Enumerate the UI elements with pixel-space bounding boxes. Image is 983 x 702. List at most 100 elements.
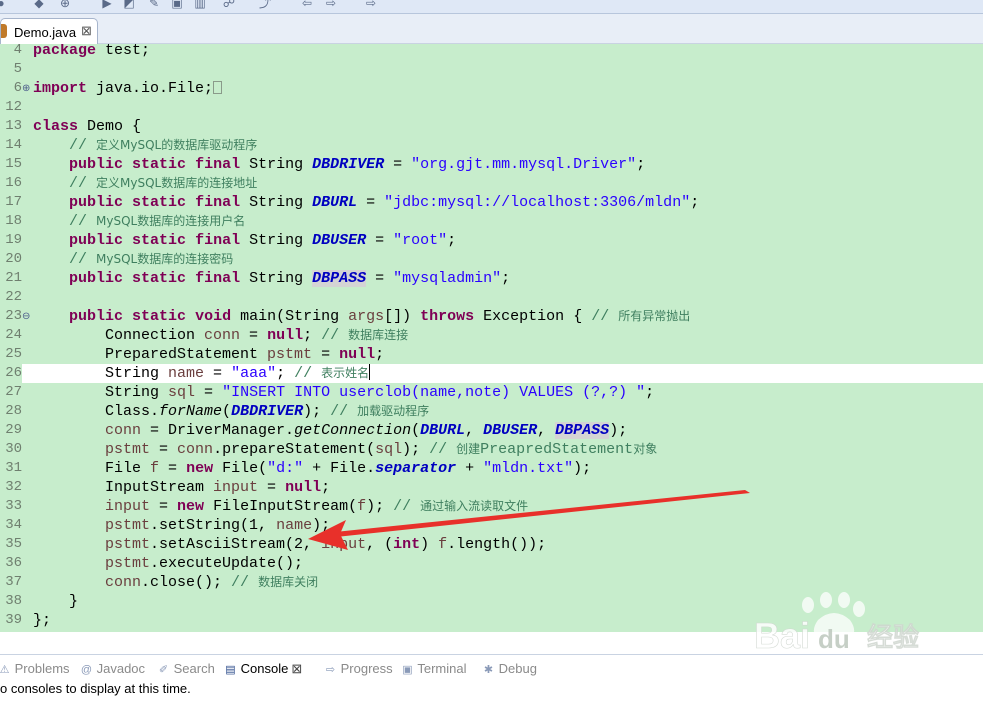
editor-tab-demo-java[interactable]: Demo.java ⊠ <box>0 18 98 45</box>
code-line[interactable]: 20 // MySQL数据库的连接密码 <box>0 250 983 269</box>
code-text: } <box>33 593 79 610</box>
toolbar-icon[interactable]: ◩ <box>122 0 136 10</box>
code-text: pstmt = conn.prepareStatement(sql); // 创… <box>105 441 658 458</box>
line-number: 20 <box>5 251 22 267</box>
code-line[interactable]: 35 pstmt.setAsciiStream(2, input, (int) … <box>0 535 983 554</box>
code-text: public static final String DBPASS = "mys… <box>69 270 511 287</box>
line-number: 25 <box>5 346 22 362</box>
code-line[interactable]: 27 String sql = "INSERT INTO userclob(na… <box>0 383 983 402</box>
code-text: String name = "aaa"; // 表示姓名 <box>33 364 371 382</box>
line-number: 35 <box>5 536 22 552</box>
code-line[interactable]: 30 pstmt = conn.prepareStatement(sql); /… <box>0 440 983 459</box>
tab-label: Problems <box>11 661 70 676</box>
code-line[interactable]: 21 public static final String DBPASS = "… <box>0 269 983 288</box>
code-line[interactable]: 4 package test; <box>0 44 983 60</box>
code-line[interactable]: 5 <box>0 60 983 79</box>
toolbar-icon[interactable]: ⇨ <box>324 0 338 10</box>
code-line[interactable]: 14 // 定义MySQL的数据库驱动程序 <box>0 136 983 155</box>
tab-progress[interactable]: ⇨ Progress <box>324 660 393 678</box>
line-number: 14 <box>5 137 22 153</box>
tab-label: Console <box>237 661 289 676</box>
line-number: 28 <box>5 403 22 419</box>
toolbar-icon[interactable]: ▣ <box>170 0 184 10</box>
code-line[interactable]: 32 InputStream input = null; <box>0 478 983 497</box>
code-line[interactable]: 17 public static final String DBURL = "j… <box>0 193 983 212</box>
line-number: 13 <box>5 118 22 134</box>
toolbar-icon[interactable]: ▥ <box>193 0 207 10</box>
code-line[interactable]: 15 public static final String DBDRIVER =… <box>0 155 983 174</box>
toolbar-icon[interactable]: ◆ <box>32 0 46 10</box>
tab-debug[interactable]: ✱ Debug <box>482 660 537 678</box>
code-line[interactable]: 18 // MySQL数据库的连接用户名 <box>0 212 983 231</box>
code-line[interactable]: 28 Class.forName(DBDRIVER); // 加载驱动程序 <box>0 402 983 421</box>
tab-javadoc[interactable]: @ Javadoc <box>80 660 145 678</box>
code-editor[interactable]: 4 package test; 5 6 ⊕ import java.io.File; 12 1… <box>0 44 983 632</box>
code-text: import java.io.File; <box>33 79 223 98</box>
collapse-fold-icon[interactable]: ⊖ <box>22 307 30 326</box>
code-text: PreparedStatement pstmt = null; <box>33 346 385 363</box>
toolbar-icon[interactable]: ▶ <box>100 0 114 10</box>
code-line[interactable]: 33 input = new FileInputStream(f); // 通过… <box>0 497 983 516</box>
line-number: 22 <box>5 289 22 305</box>
code-text: public static final String DBURL = "jdbc… <box>69 194 700 211</box>
code-text: public static final String DBUSER = "roo… <box>69 232 457 249</box>
code-text: pstmt.executeUpdate(); <box>105 555 304 572</box>
debug-icon: ✱ <box>483 664 494 676</box>
main-toolbar: ● ◆ ⊕ ▶ ◩ ✎ ▣ ▥ ☍ ⤴ ⇦ ⇨ ⇨ <box>0 0 983 14</box>
code-text: input = new FileInputStream(f); // 通过输入流… <box>105 498 529 515</box>
code-line[interactable]: 26 String name = "aaa"; // 表示姓名 <box>0 364 983 383</box>
toolbar-icon[interactable]: ⤴ <box>258 0 272 10</box>
code-text: File f = new File("d:" + File.separator … <box>33 460 592 477</box>
code-text: public static void main(String args[]) t… <box>69 308 691 325</box>
toolbar-icon[interactable]: ⇨ <box>364 0 378 10</box>
problems-icon: ⚠ <box>0 664 10 676</box>
code-line[interactable]: 23 ⊖ public static void main(String args[… <box>0 307 983 326</box>
code-line[interactable]: 12 <box>0 98 983 117</box>
progress-icon: ⇨ <box>325 664 336 676</box>
code-text: // MySQL数据库的连接密码 <box>69 251 234 268</box>
code-text: Connection conn = null; // 数据库连接 <box>33 327 409 344</box>
line-number: 16 <box>5 175 22 191</box>
code-line[interactable]: 31 File f = new File("d:" + File.separat… <box>0 459 983 478</box>
code-line[interactable]: 34 pstmt.setString(1, name); <box>0 516 983 535</box>
tab-console[interactable]: ▤ Console ⊠ <box>224 660 302 678</box>
line-number: 5 <box>13 61 22 77</box>
code-line[interactable]: 24 Connection conn = null; // 数据库连接 <box>0 326 983 345</box>
code-line[interactable]: 36 pstmt.executeUpdate(); <box>0 554 983 573</box>
code-text: conn = DriverManager.getConnection(DBURL… <box>105 422 628 439</box>
toolbar-icon[interactable]: ☍ <box>222 0 236 10</box>
line-number: 27 <box>5 384 22 400</box>
tab-terminal[interactable]: ▣ Terminal <box>401 660 467 678</box>
code-line[interactable]: 25 PreparedStatement pstmt = null; <box>0 345 983 364</box>
toolbar-icon[interactable]: ● <box>0 0 8 10</box>
code-text: // 定义MySQL的数据库驱动程序 <box>69 137 258 154</box>
javadoc-icon: @ <box>80 664 93 676</box>
toolbar-icon[interactable]: ⇦ <box>300 0 314 10</box>
close-icon[interactable]: ⊠ <box>291 661 302 676</box>
tab-search[interactable]: ✐ Search <box>157 660 215 678</box>
line-number: 33 <box>5 498 22 514</box>
line-number: 32 <box>5 479 22 495</box>
code-line[interactable]: 39}; <box>0 611 983 630</box>
close-icon[interactable]: ⊠ <box>81 23 92 39</box>
code-line[interactable]: 37 conn.close(); // 数据库关闭 <box>0 573 983 592</box>
code-line[interactable]: 13 class Demo { <box>0 117 983 136</box>
toolbar-icon[interactable]: ✎ <box>147 0 161 10</box>
code-text: public static final String DBDRIVER = "o… <box>69 156 646 173</box>
line-number: 37 <box>5 574 22 590</box>
code-text: InputStream input = null; <box>33 479 331 496</box>
line-number: 30 <box>5 441 22 457</box>
code-line[interactable]: 16 // 定义MySQL数据库的连接地址 <box>0 174 983 193</box>
editor-tab-label: Demo.java <box>14 25 77 40</box>
code-line[interactable]: 19 public static final String DBUSER = "… <box>0 231 983 250</box>
code-text: pstmt.setAsciiStream(2, input, (int) f.l… <box>105 536 547 553</box>
code-line[interactable]: 22 <box>0 288 983 307</box>
code-text: conn.close(); // 数据库关闭 <box>105 574 319 591</box>
tab-problems[interactable]: ⚠ Problems <box>0 660 70 678</box>
code-line[interactable]: 6 ⊕ import java.io.File; <box>0 79 983 98</box>
code-line[interactable]: 29 conn = DriverManager.getConnection(DB… <box>0 421 983 440</box>
toolbar-icon[interactable]: ⊕ <box>58 0 72 10</box>
expand-fold-icon[interactable]: ⊕ <box>22 79 30 98</box>
tab-label: Terminal <box>414 661 467 676</box>
code-line[interactable]: 38 } <box>0 592 983 611</box>
